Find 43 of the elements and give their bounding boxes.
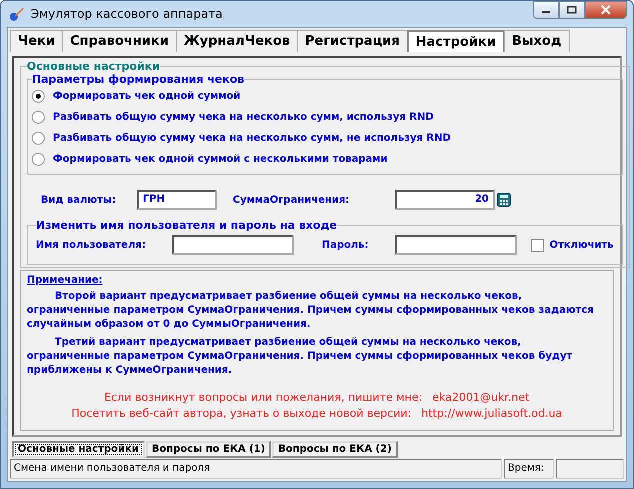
password-label: Пароль: bbox=[322, 240, 369, 250]
tab[interactable]: Вопросы по ЕКА (1) bbox=[146, 441, 272, 458]
tab[interactable]: Чеки bbox=[10, 30, 64, 52]
note-paragraph: Второй вариант предусматривает разбиение общей суммы на несколько чеков, ограниченные параметром СуммаОграничения. Причем суммы сформированных чеков задаются случайным образом от 0 до СуммыОграничения. bbox=[27, 290, 595, 332]
tab[interactable]: Выход bbox=[504, 30, 570, 52]
tab[interactable]: Настройки bbox=[406, 30, 506, 52]
note-title: Примечание: bbox=[27, 275, 104, 286]
radio-label[interactable]: Формировать чек одной суммой bbox=[53, 91, 241, 102]
checkbox[interactable] bbox=[530, 238, 544, 252]
note-paragraph: Третий вариант предусматривает разбиение общей суммы на несколько чеков, ограниченные параметром СуммаОграничения. Причем суммы сформированных чеков будут приближены к СуммеОграничения. bbox=[27, 336, 574, 378]
close-button[interactable] bbox=[585, 1, 627, 19]
tab[interactable]: Основные настройки bbox=[12, 441, 145, 458]
radio-button[interactable] bbox=[32, 153, 45, 166]
contact-text: Посетить веб-сайт автора, узнать о выходе новой версии: bbox=[72, 406, 412, 422]
close-icon bbox=[600, 5, 612, 15]
calculator-icon[interactable] bbox=[497, 193, 511, 207]
maximize-icon bbox=[567, 6, 577, 14]
radio-label[interactable]: Разбивать общую сумму чека на несколько сумм, используя RND bbox=[53, 112, 434, 123]
window-title: Эмулятор кассового аппарата bbox=[31, 7, 223, 21]
pen-icon bbox=[9, 6, 25, 22]
currency-field[interactable]: ГРН bbox=[137, 190, 217, 210]
radio-label[interactable]: Формировать чек одной суммой с несколькими товарами bbox=[53, 154, 388, 165]
maximize-button[interactable] bbox=[559, 1, 585, 19]
limit-label: СуммаОграничения: bbox=[233, 194, 350, 206]
radio-button[interactable] bbox=[32, 111, 45, 124]
radio-button[interactable] bbox=[32, 132, 45, 145]
password-field[interactable] bbox=[394, 235, 517, 255]
currency-label: Вид валюты: bbox=[41, 194, 118, 206]
contact-text: Если возникнут вопросы или пожелания, пишите мне: bbox=[104, 390, 422, 406]
tab[interactable]: Вопросы по ЕКА (2) bbox=[272, 441, 398, 458]
username-field[interactable] bbox=[172, 235, 294, 255]
group-title: Изменить имя пользователя и пароль на входе bbox=[36, 219, 338, 232]
time-field bbox=[556, 459, 624, 479]
status-message: Смена имени пользователя и пароля bbox=[10, 459, 502, 479]
radio-button[interactable] bbox=[32, 90, 45, 103]
group-title: Основные настройки bbox=[27, 60, 160, 73]
minimize-button[interactable] bbox=[533, 1, 559, 19]
checkbox-label[interactable]: Отключить bbox=[550, 240, 614, 250]
limit-field[interactable]: 20 bbox=[395, 190, 495, 210]
radio-label[interactable]: Разбивать общую сумму чека на несколько сумм, не используя RND bbox=[53, 133, 452, 144]
username-label: Имя пользователя: bbox=[36, 240, 146, 250]
group-title: Параметры формирования чеков bbox=[32, 73, 244, 86]
time-label: Время: bbox=[504, 459, 554, 479]
